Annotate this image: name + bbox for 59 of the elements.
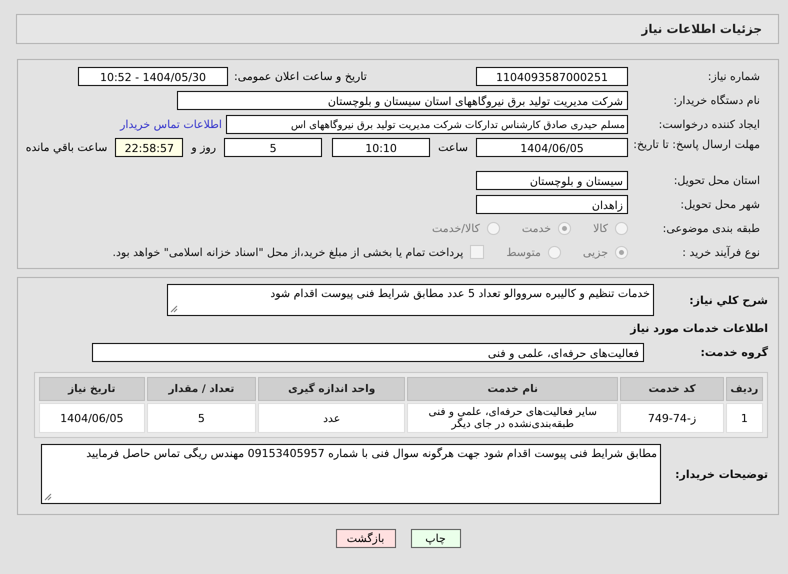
field-label: طبقه بندی موضوعی: <box>662 222 761 234</box>
field-label: گروه خدمت: <box>699 346 768 358</box>
radio-label: جزیی <box>582 246 608 258</box>
radio-button[interactable] <box>615 222 628 234</box>
resize-grip-icon <box>44 493 52 501</box>
radio-label: کالا/خدمت <box>432 222 480 234</box>
table-cell: 5 <box>146 403 256 433</box>
table-cell: سایر فعالیت‌های حرفه‌ای، علمی و فنی طبقه‌بندی‌نشده در جای دیگر <box>407 403 618 433</box>
radio-label: کالا <box>593 222 608 234</box>
field-label: مهلت ارسال پاسخ: تا تاریخ: <box>632 138 761 152</box>
checkbox-label: پرداخت تمام یا بخشی از مبلغ خرید،از محل "اسناد خزانه اسلامی" خواهد بود. <box>112 246 464 258</box>
column-header: کد خدمت <box>620 377 724 401</box>
page-title: جزئیات اطلاعات نیاز <box>641 22 762 36</box>
table-cell: 1 <box>726 403 763 433</box>
field-label: تاریخ و ساعت اعلان عمومی: <box>234 70 367 82</box>
table-cell: ز-74-749 <box>620 403 724 433</box>
days-field: 5 <box>224 138 322 157</box>
column-header: تاریخ نیاز <box>39 377 145 401</box>
radio-button[interactable] <box>615 246 628 258</box>
table-cell: عدد <box>258 403 406 433</box>
field-label: روز و <box>191 140 216 156</box>
field-label: ایجاد کننده درخواست: <box>658 118 761 130</box>
field-label: ساعت باقي مانده <box>26 140 108 156</box>
buyer-contact-link[interactable]: اطلاعات تماس خریدار <box>120 118 222 130</box>
action-button[interactable]: بازگشت <box>336 529 396 548</box>
deadline-date-field: 1404/06/05 <box>476 138 628 157</box>
province-field: سیستان و بلوچستان <box>476 170 628 190</box>
need-number-field: 1104093587000251 <box>476 66 628 86</box>
column-header: نام خدمت <box>407 377 618 401</box>
column-header: تعداد / مقدار <box>146 377 256 401</box>
field-label: استان محل تحویل: <box>672 174 761 186</box>
radio-label: خدمت <box>522 222 552 234</box>
table-cell: 1404/06/05 <box>39 403 145 433</box>
service-group-field: فعالیت‌های حرفه‌ای، علمی و فنی <box>92 342 644 362</box>
announce-date-field: 1404/05/30 - 10:52 <box>78 66 228 86</box>
field-label: شهر محل تحویل: <box>679 198 761 210</box>
column-header: ردیف <box>726 377 763 401</box>
buyer-field: شرکت مدیریت تولید برق نیروگاههای استان سیستان و بلوچستان <box>177 90 628 110</box>
field-label: شماره نیاز: <box>706 70 761 82</box>
field-label: نام دستگاه خریدار: <box>672 94 761 106</box>
field-label: ساعت <box>438 140 468 156</box>
creator-field: مسلم حیدری صادق کارشناس تدارکات شرکت مدیریت تولید برق نیروگاههای اس <box>226 114 628 134</box>
radio-button[interactable] <box>548 246 561 258</box>
column-header: واحد اندازه گیری <box>258 377 406 401</box>
section-heading: اطلاعات خدمات مورد نیاز <box>630 322 768 334</box>
description-field: خدمات تنظیم و کالیبره سرووالو تعداد 5 عدد مطابق شرایط فنی پیوست اقدام شود <box>167 284 654 316</box>
buyer-notes-field: مطابق شرایط فنی پیوست اقدام شود جهت هرگونه سوال فنی با شماره 09153405957 مهندس ریگی تماس حاصل فرمایید <box>41 444 661 504</box>
deadline-time-field: 10:10 <box>332 138 430 157</box>
field-label: نوع فرآیند خرید : <box>681 246 761 258</box>
radio-label: متوسط <box>506 246 541 258</box>
field-label: شرح کلي نیاز: <box>688 294 768 306</box>
resize-grip-icon <box>170 305 178 313</box>
remaining-time-field: 22:58:57 <box>115 138 184 157</box>
radio-button[interactable] <box>558 222 572 234</box>
field-label: توضیحات خریدار: <box>674 468 768 480</box>
checkbox[interactable] <box>470 245 484 259</box>
city-field: زاهدان <box>476 194 628 214</box>
action-button[interactable]: چاپ <box>410 529 460 548</box>
radio-button[interactable] <box>486 222 500 234</box>
